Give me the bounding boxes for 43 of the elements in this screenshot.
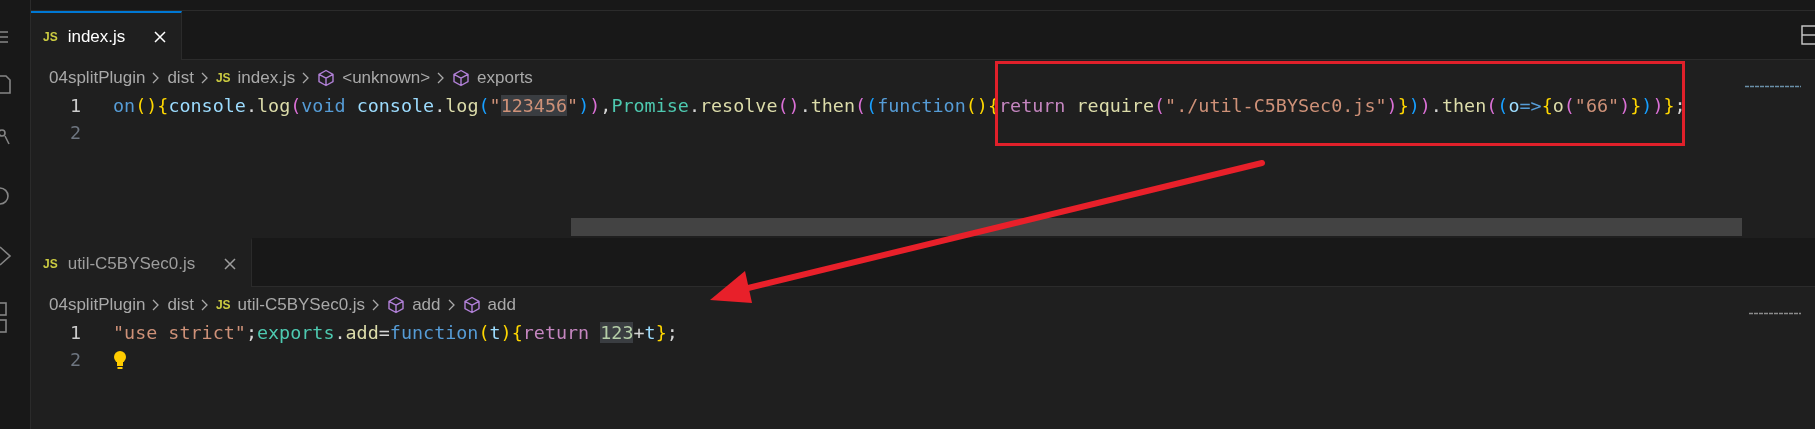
js-file-icon: JS [215, 298, 231, 312]
breadcrumb-item[interactable]: 04splitPlugin [49, 68, 146, 88]
breadcrumb-item[interactable]: dist [167, 68, 194, 88]
breadcrumb-item[interactable]: dist [167, 295, 194, 315]
chevron-icon [152, 299, 161, 311]
cube-icon [462, 296, 481, 314]
split-editor-icon[interactable] [1801, 25, 1815, 45]
menu-icon[interactable] [0, 30, 10, 44]
close-icon[interactable] [153, 29, 168, 44]
editor-tab[interactable]: JS index.js [31, 11, 183, 60]
js-file-icon: JS [43, 29, 58, 44]
breadcrumb-item[interactable]: add [412, 295, 441, 315]
chevron-icon [200, 72, 209, 84]
lightbulb-icon[interactable] [113, 349, 127, 370]
breadcrumb-item[interactable]: exports [477, 68, 533, 88]
breadcrumb-item[interactable]: 04splitPlugin [49, 295, 146, 315]
files-icon[interactable] [0, 72, 12, 94]
chevron-icon [200, 299, 209, 311]
chevron-icon [447, 299, 456, 311]
line-number: 1 [68, 95, 81, 116]
search-icon[interactable] [0, 186, 10, 206]
breadcrumb-item[interactable]: util-C5BYSec0.js [237, 295, 366, 315]
cube-icon [452, 69, 471, 87]
cube-icon [317, 69, 336, 87]
close-icon[interactable] [223, 256, 238, 271]
line-number: 2 [68, 349, 81, 370]
js-file-icon: JS [215, 71, 231, 85]
line-number: 1 [68, 322, 81, 343]
chevron-icon [372, 299, 381, 311]
breadcrumb-item[interactable]: index.js [237, 68, 296, 88]
scrollbar-thumb[interactable] [571, 218, 1742, 236]
chevron-icon [437, 72, 446, 84]
line-number: 2 [68, 122, 81, 143]
chevron-icon [152, 72, 161, 84]
js-file-icon: JS [43, 256, 58, 271]
extensions-icon[interactable] [0, 302, 10, 334]
breadcrumb-item[interactable]: add [487, 295, 516, 315]
chevron-icon [302, 72, 311, 84]
run-icon[interactable] [0, 246, 12, 266]
code-line: "use strict";exports.add=function(t){return 123+t}; [113, 322, 678, 343]
cube-icon [387, 296, 406, 314]
editor-tab[interactable]: JS util-C5BYSec0.js [31, 238, 253, 287]
breadcrumb-item[interactable]: <unknown> [342, 68, 431, 88]
